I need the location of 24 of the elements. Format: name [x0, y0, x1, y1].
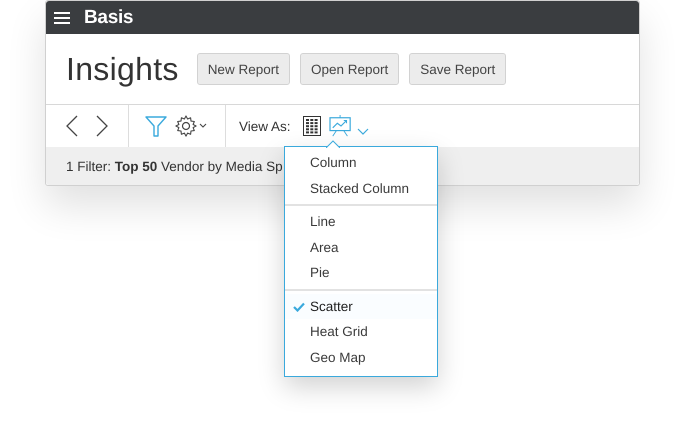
view-menu-item[interactable]: Heat Grid — [285, 319, 437, 344]
back-icon[interactable] — [66, 115, 78, 137]
report-button[interactable]: New Report — [196, 53, 290, 85]
view-menu-item[interactable]: Stacked Column — [285, 176, 437, 201]
app-logo: Basis — [84, 6, 134, 28]
view-menu-item[interactable]: Area — [285, 234, 437, 260]
menu-icon[interactable] — [54, 12, 70, 24]
filter-summary: 1 Filter: Top 50 Vendor by Media Sp — [66, 158, 283, 174]
grid-view-icon[interactable] — [302, 116, 321, 136]
filter-icon[interactable] — [145, 115, 167, 137]
view-menu-item[interactable]: Column — [285, 150, 437, 176]
view-menu-item[interactable]: Pie — [285, 260, 437, 286]
chart-view-icon[interactable] — [328, 115, 353, 137]
view-menu-item[interactable]: Geo Map — [285, 344, 437, 370]
page-title: Insights — [66, 50, 179, 88]
caret-icon[interactable] — [356, 128, 369, 136]
view-as-label: View As: — [239, 118, 291, 134]
view-menu-item[interactable]: Scatter — [285, 294, 437, 319]
report-button[interactable]: Open Report — [300, 53, 400, 85]
view-menu-item[interactable]: Line — [285, 209, 437, 234]
settings-icon[interactable] — [175, 115, 209, 137]
check-icon — [293, 302, 305, 312]
forward-icon[interactable] — [96, 115, 108, 137]
report-button[interactable]: Save Report — [409, 53, 506, 85]
